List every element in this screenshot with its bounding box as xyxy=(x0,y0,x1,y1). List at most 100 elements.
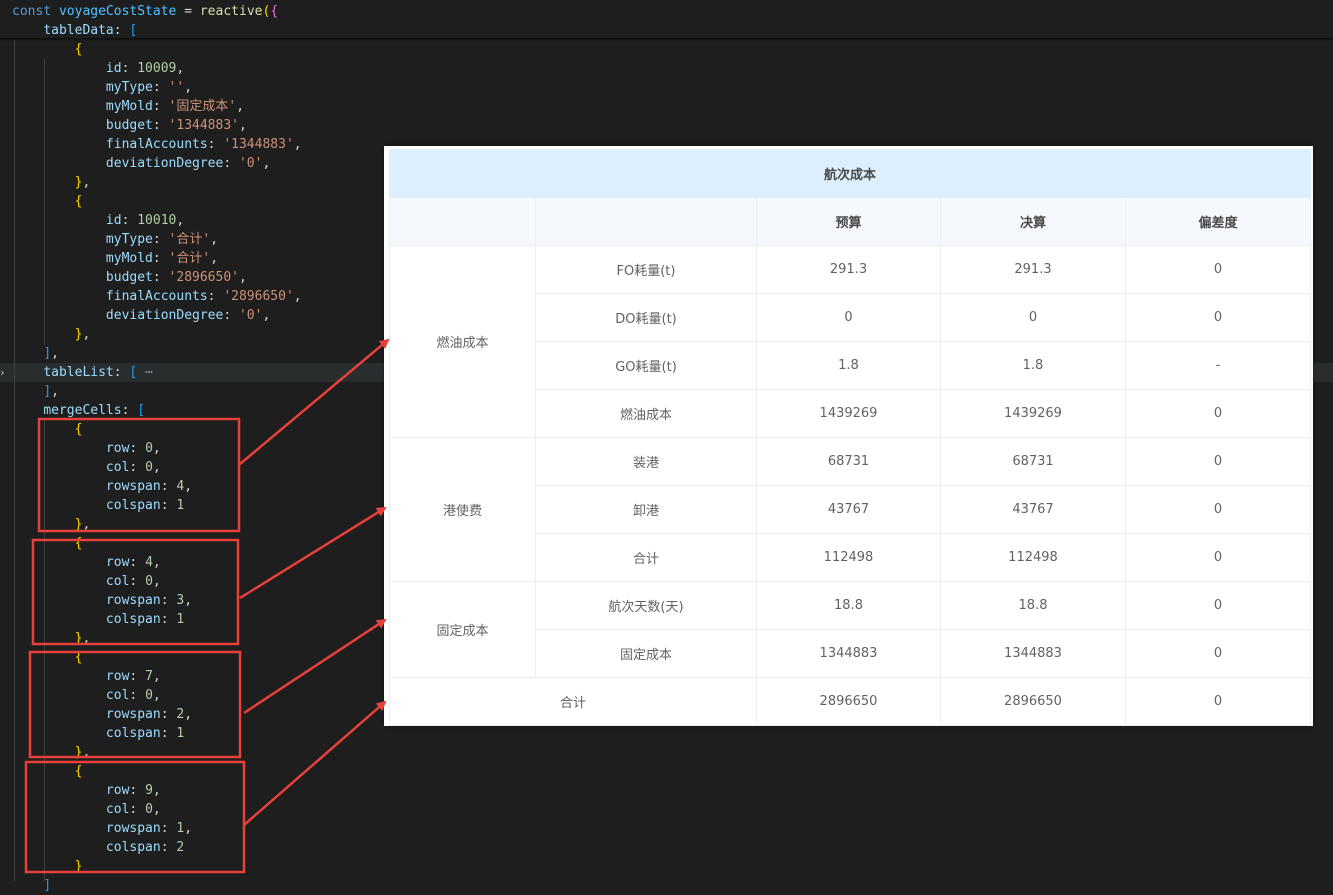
code-token: myType xyxy=(105,232,153,247)
code-line[interactable]: id: 10009, xyxy=(0,59,1333,78)
code-token: : xyxy=(152,251,169,266)
code-line[interactable]: row: 9, xyxy=(0,781,1333,800)
code-line[interactable]: const voyageCostState = reactive({ xyxy=(0,2,1333,21)
code-token: , xyxy=(176,61,185,76)
code-token: finalAccounts xyxy=(105,289,208,304)
code-line[interactable]: { xyxy=(0,762,1333,781)
code-line[interactable]: colspan: 1 xyxy=(0,724,1333,743)
code-token: 0 xyxy=(145,460,153,475)
code-token: 10010 xyxy=(137,213,177,228)
code-token: : xyxy=(129,669,146,684)
code-token: rowspan xyxy=(105,479,161,494)
deviation-cell: 0 xyxy=(1124,485,1312,534)
code-token: mergeCells xyxy=(43,403,122,418)
code-token: , xyxy=(239,270,247,285)
code-token: row xyxy=(105,555,130,570)
deviation-cell: - xyxy=(1124,341,1312,390)
table-row: 燃油成本 FO耗量(t) 291.3 291.3 0 xyxy=(389,245,1312,438)
code-token: : xyxy=(129,688,146,703)
code-token: '固定成本' xyxy=(168,99,237,114)
code-token: colspan xyxy=(105,726,161,741)
code-token: : xyxy=(160,821,177,836)
code-token: '合计' xyxy=(168,251,211,266)
code-token: : xyxy=(223,308,239,323)
code-token: : xyxy=(160,612,177,627)
group-cell: 固定成本 xyxy=(389,581,536,678)
code-token: : xyxy=(152,118,169,133)
code-token: { xyxy=(270,4,279,19)
code-token: , xyxy=(210,232,219,247)
code-token: rowspan xyxy=(105,821,161,836)
deviation-cell: 0 xyxy=(1124,293,1312,342)
budget-cell: 291.3 xyxy=(756,245,941,294)
code-token: : xyxy=(129,555,146,570)
code-token: col xyxy=(105,460,130,475)
code-token: '1344883' xyxy=(223,137,294,152)
code-line[interactable]: } xyxy=(0,857,1333,876)
code-token: , xyxy=(176,213,185,228)
total-row: 合计 2896650 2896650 0 xyxy=(389,677,1312,726)
code-token: , xyxy=(262,156,271,171)
code-token: finalAccounts xyxy=(105,137,208,152)
final-accounts-cell: 112498 xyxy=(940,533,1126,582)
code-line[interactable]: { xyxy=(0,40,1333,59)
code-token: reactive xyxy=(199,4,263,19)
code-line[interactable]: colspan: 2 xyxy=(0,838,1333,857)
budget-cell: 43767 xyxy=(756,485,941,534)
code-token: : xyxy=(160,707,177,722)
code-line[interactable]: col: 0, xyxy=(0,800,1333,819)
code-token: } xyxy=(74,859,83,874)
code-token: , xyxy=(82,327,91,342)
header-empty-1 xyxy=(389,197,536,246)
code-token: deviationDegree xyxy=(105,156,224,171)
code-token: , xyxy=(236,99,245,114)
final-accounts-cell: 18.8 xyxy=(940,581,1126,630)
code-line[interactable]: myMold: '固定成本', xyxy=(0,97,1333,116)
code-line[interactable]: }, xyxy=(0,743,1333,762)
indent-guide xyxy=(44,59,45,345)
code-token: 4 xyxy=(145,555,153,570)
budget-cell: 1344883 xyxy=(756,629,941,678)
code-token: : xyxy=(160,840,177,855)
code-token: : xyxy=(129,802,146,817)
header-budget: 预算 xyxy=(756,197,941,246)
code-token: ] xyxy=(43,346,52,361)
budget-cell: 0 xyxy=(756,293,941,342)
code-token: 7 xyxy=(145,669,153,684)
code-token: : xyxy=(207,137,224,152)
final-accounts-cell: 0 xyxy=(940,293,1126,342)
code-line[interactable]: budget: '1344883', xyxy=(0,116,1333,135)
code-token: myMold xyxy=(105,99,153,114)
code-token: myMold xyxy=(105,251,153,266)
code-token: : xyxy=(121,213,138,228)
code-token: : xyxy=(129,783,146,798)
deviation-cell: 0 xyxy=(1124,533,1312,582)
code-line[interactable]: rowspan: 1, xyxy=(0,819,1333,838)
code-token: , xyxy=(51,346,59,361)
final-accounts-cell: 1439269 xyxy=(940,389,1126,438)
fold-chevron-icon[interactable]: › xyxy=(0,363,6,382)
code-token: row xyxy=(105,783,130,798)
code-token: { xyxy=(74,42,83,57)
code-token: ⋯ xyxy=(137,365,153,380)
code-token: : xyxy=(121,61,138,76)
code-line[interactable]: myType: '', xyxy=(0,78,1333,97)
code-token: , xyxy=(152,441,161,456)
code-token: , xyxy=(82,175,91,190)
code-line[interactable]: ] xyxy=(0,876,1333,895)
table-row: 港使费 装港 68731 68731 0 xyxy=(389,437,1312,582)
total-budget-cell: 2896650 xyxy=(756,677,941,726)
header-empty-2 xyxy=(535,197,757,246)
